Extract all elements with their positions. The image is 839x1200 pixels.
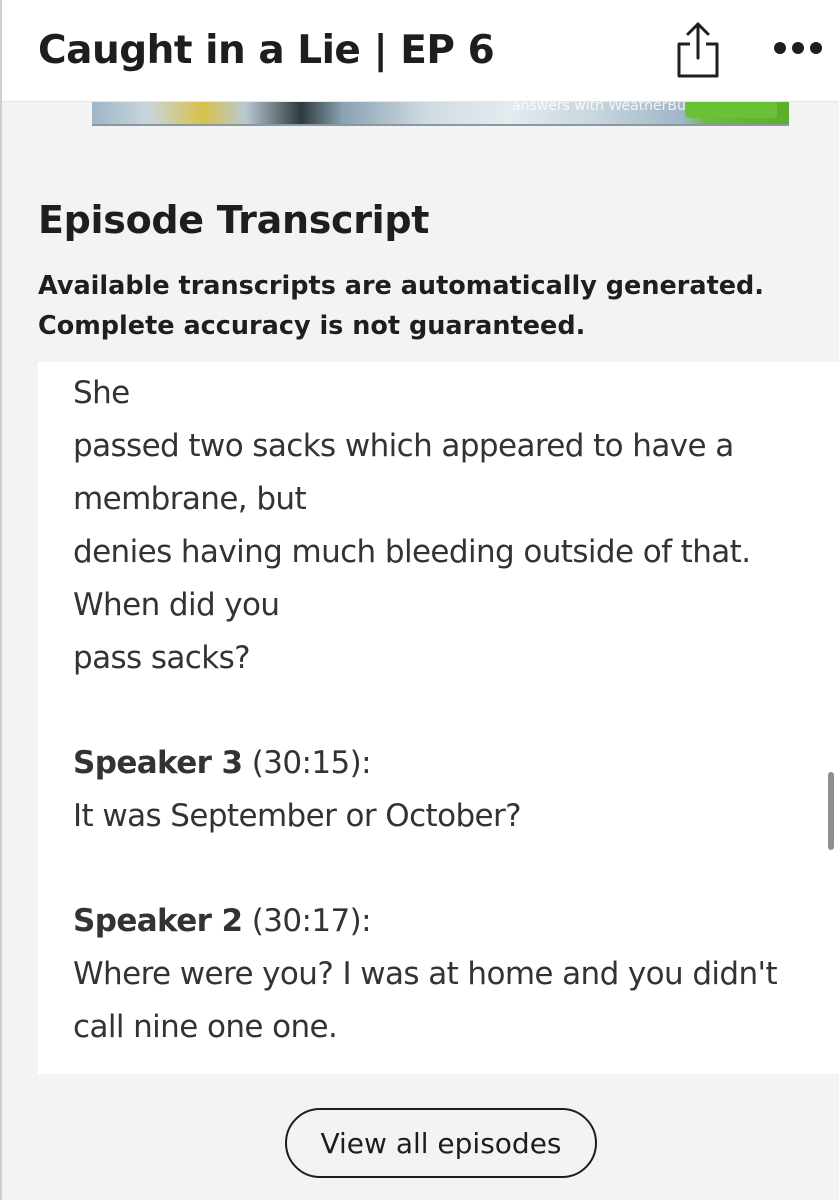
transcript-line: Where were you? I was at home and you di…: [73, 956, 778, 992]
more-horizontal-icon: [774, 42, 822, 54]
transcript-disclaimer: Available transcripts are automatically …: [38, 266, 818, 346]
view-all-episodes-button[interactable]: View all episodes: [285, 1108, 597, 1178]
share-button[interactable]: [672, 18, 724, 82]
speaker-name: Speaker 3: [73, 745, 243, 781]
transcript-line: denies having much bleeding outside of t…: [73, 534, 751, 570]
transcript-box[interactable]: She passed two sacks which appeared to h…: [38, 362, 839, 1074]
disclaimer-line: Available transcripts are automatically …: [38, 271, 764, 301]
top-header: Caught in a Lie | EP 6: [2, 0, 839, 102]
transcript-line: When did you: [73, 587, 280, 623]
transcript-scrollbar[interactable]: [828, 772, 834, 850]
speaker-timestamp: (30:15):: [251, 745, 372, 781]
speaker-name: Speaker 2: [73, 903, 243, 939]
transcript-line: call nine one one.: [73, 1009, 338, 1045]
disclaimer-line: Complete accuracy is not guaranteed.: [38, 311, 586, 341]
speaker-timestamp: (30:17):: [251, 903, 372, 939]
transcript-line: She: [73, 375, 130, 411]
transcript-line: It was September or October?: [73, 798, 522, 834]
more-options-button[interactable]: [770, 30, 826, 66]
share-icon: [677, 22, 719, 78]
transcript-line: passed two sacks which appeared to have …: [73, 428, 734, 464]
transcript-line: pass sacks?: [73, 640, 251, 676]
transcript-line: membrane, but: [73, 481, 307, 517]
speaker-heading: Speaker 3 (30:15):: [73, 737, 839, 790]
transcript-heading: Episode Transcript: [38, 198, 430, 242]
app-frame: Caught in a Lie | EP 6 answers with Weat…: [0, 0, 839, 1200]
speaker-heading: Speaker 2 (30:17):: [73, 895, 839, 948]
